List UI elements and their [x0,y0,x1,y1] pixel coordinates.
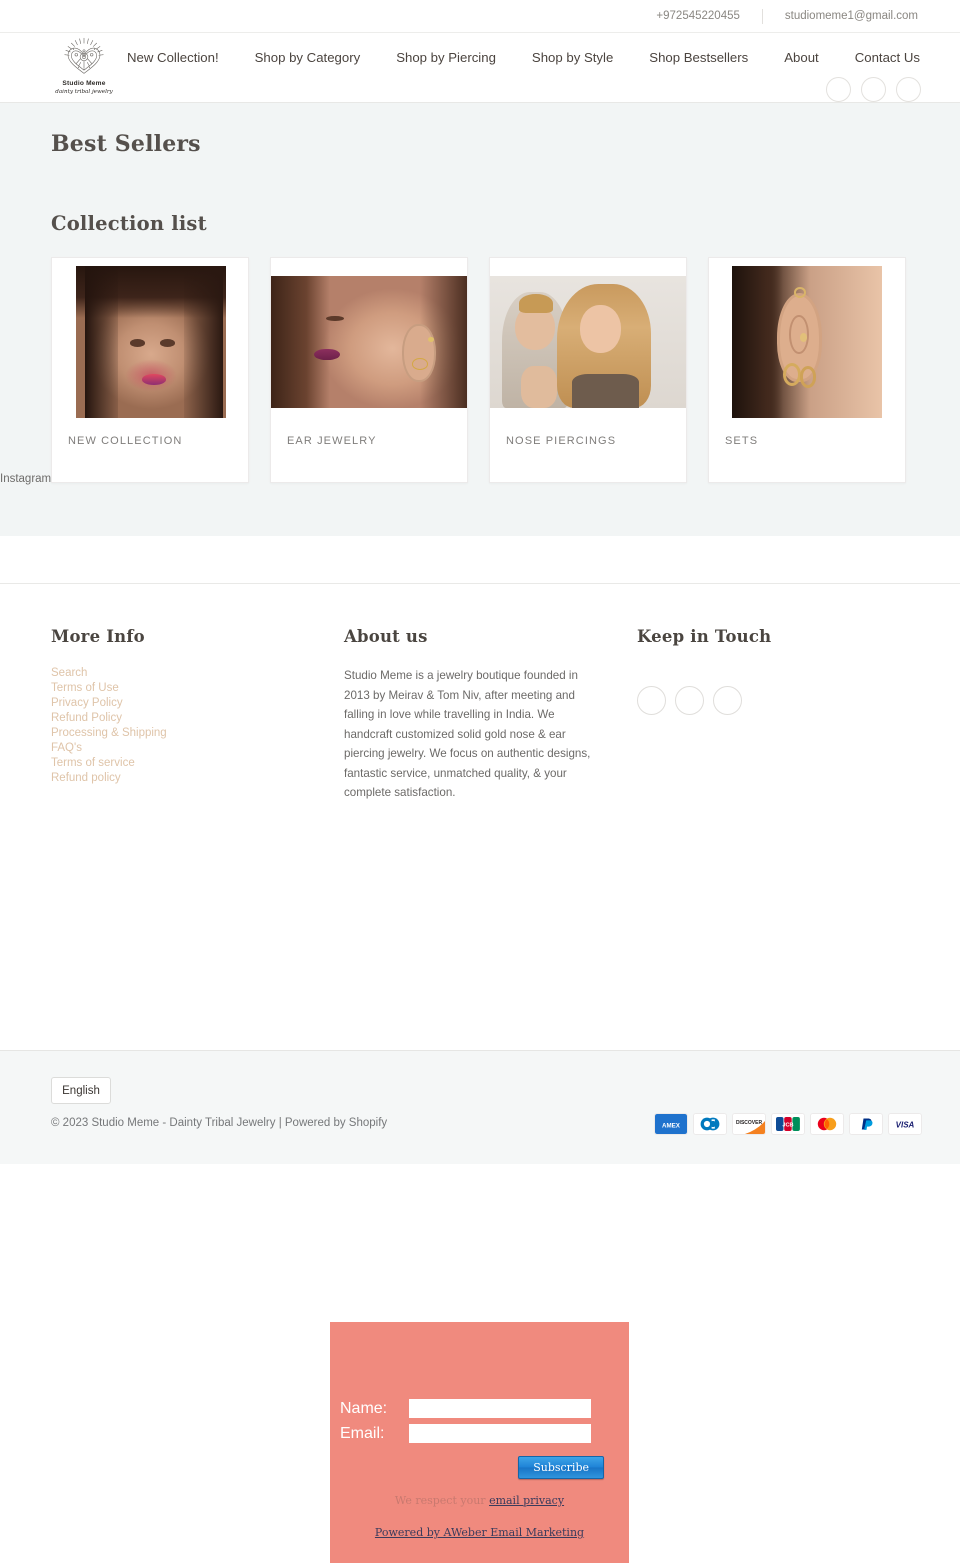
site-logo[interactable]: Studio Meme dainty tribal jewelry [51,36,117,95]
footer-about-text: Studio Meme is a jewelry boutique founde… [344,669,591,799]
collection-image-sets [732,266,882,418]
topbar-divider [761,8,763,24]
pinterest-circle-icon[interactable] [713,686,742,715]
footer-link-refund-policy-2[interactable]: Refund policy [51,771,344,786]
svg-text:AMEX: AMEX [662,1122,681,1129]
newsletter-email-label: Email: [340,1424,385,1442]
newsletter-email-row: Email: [338,1418,629,1443]
collection-card-ear-jewelry[interactable]: EAR JEWELRY [270,257,468,483]
newsletter-name-row: Name: [338,1322,629,1418]
mastercard-icon [810,1113,844,1135]
newsletter-button-row: Subscribe [330,1443,629,1479]
site-header: Studio Meme dainty tribal jewelry New Co… [0,32,960,103]
visa-icon: VISA [888,1113,922,1135]
collection-card-grid: NEW COLLECTION EAR JEWELRY NOSE PIERCING… [0,235,960,483]
logo-tagline: dainty tribal jewelry [55,88,113,95]
footer-link-processing-shipping[interactable]: Processing & Shipping [51,726,344,741]
language-selector[interactable]: English [51,1077,111,1104]
collection-image-nose-piercings [490,276,686,408]
footer-link-terms-of-service[interactable]: Terms of service [51,756,344,771]
newsletter-name-input[interactable] [409,1399,591,1418]
footer-columns: More Info Search Terms of Use Privacy Po… [0,627,960,803]
collection-label-ear-jewelry: EAR JEWELRY [287,435,377,447]
newsletter-powered-by: Powered by AWeber Email Marketing [330,1507,629,1539]
footer-column-more-info: More Info Search Terms of Use Privacy Po… [51,627,344,803]
page-title: Best Sellers [51,131,201,157]
footer-link-refund-policy[interactable]: Refund Policy [51,711,344,726]
newsletter-privacy-prefix: We respect your [394,1494,490,1507]
pinterest-circle-icon[interactable] [896,77,921,102]
aweber-link[interactable]: Powered by AWeber Email Marketing [375,1526,584,1539]
nav-item-about[interactable]: About [784,44,818,71]
nav-item-contact-us[interactable]: Contact Us [855,44,920,71]
collection-card-new-collection[interactable]: NEW COLLECTION [51,257,249,483]
site-footer: More Info Search Terms of Use Privacy Po… [0,584,960,1563]
facebook-circle-icon[interactable] [637,686,666,715]
nav-item-shop-by-piercing[interactable]: Shop by Piercing [396,44,496,71]
main-navigation: New Collection! Shop by Category Shop by… [127,33,920,71]
amex-icon: AMEX [654,1113,688,1135]
newsletter-name-label: Name: [340,1399,388,1417]
copyright-text: © 2023 Studio Meme - Dainty Tribal Jewel… [51,1117,388,1129]
svg-text:JCB: JCB [782,1123,793,1129]
diners-club-icon [693,1113,727,1135]
payment-methods: AMEX DISCOVER JCB VISA [654,1113,922,1135]
section-spacer [0,536,960,583]
newsletter-email-input[interactable] [409,1424,591,1443]
newsletter-subscribe-button[interactable]: Subscribe [518,1456,604,1479]
footer-heading-about-us: About us [344,627,428,646]
collection-image-new-collection [76,266,226,418]
facebook-circle-icon[interactable] [826,77,851,102]
footer-heading-more-info: More Info [51,627,145,646]
footer-link-privacy-policy[interactable]: Privacy Policy [51,696,344,711]
phone-link[interactable]: +972545220455 [656,10,739,22]
collection-label-new-collection: NEW COLLECTION [68,435,183,447]
footer-link-faqs[interactable]: FAQ's [51,741,344,756]
footer-column-about: About us Studio Meme is a jewelry boutiq… [344,627,637,803]
collection-card-nose-piercings[interactable]: NOSE PIERCINGS [489,257,687,483]
top-utility-bar: +972545220455 studiomeme1@gmail.com [0,0,960,32]
collection-list-heading: Collection list [51,212,207,235]
nav-item-shop-by-style[interactable]: Shop by Style [532,44,613,71]
footer-column-keep-in-touch: Keep in Touch [637,627,917,803]
collection-label-nose-piercings: NOSE PIERCINGS [506,435,617,447]
site-bottom-bar: English © 2023 Studio Meme - Dainty Trib… [0,1050,960,1164]
nav-item-new-collection[interactable]: New Collection! [127,44,219,71]
newsletter-privacy-note: We respect your email privacy [330,1479,629,1507]
footer-link-list: Search Terms of Use Privacy Policy Refun… [51,666,344,786]
instagram-circle-icon[interactable] [861,77,886,102]
discover-icon: DISCOVER [732,1113,766,1135]
svg-text:DISCOVER: DISCOVER [736,1120,763,1126]
instagram-circle-icon[interactable] [675,686,704,715]
svg-text:VISA: VISA [896,1121,915,1130]
header-social-links [826,77,921,102]
collection-image-ear-jewelry [271,276,467,408]
footer-heading-keep-in-touch: Keep in Touch [637,627,772,646]
email-privacy-link[interactable]: email privacy [489,1494,564,1507]
instagram-section-label: Instagram [0,473,52,485]
nav-item-shop-bestsellers[interactable]: Shop Bestsellers [649,44,748,71]
collection-card-sets[interactable]: SETS [708,257,906,483]
main-content: Best Sellers Collection list NEW COLLECT… [0,103,960,536]
nav-item-shop-by-category[interactable]: Shop by Category [255,44,361,71]
collection-label-sets: SETS [725,435,759,447]
jcb-icon: JCB [771,1113,805,1135]
footer-link-terms-of-use[interactable]: Terms of Use [51,681,344,696]
footer-link-search[interactable]: Search [51,666,344,681]
footer-social-links [637,686,917,715]
newsletter-signup-form: Name: Email: Subscribe We respect your e… [330,1322,629,1563]
email-link[interactable]: studiomeme1@gmail.com [785,10,918,22]
tribal-mandala-logo-icon [64,37,104,74]
logo-brand-name: Studio Meme [62,80,106,87]
paypal-icon [849,1113,883,1135]
